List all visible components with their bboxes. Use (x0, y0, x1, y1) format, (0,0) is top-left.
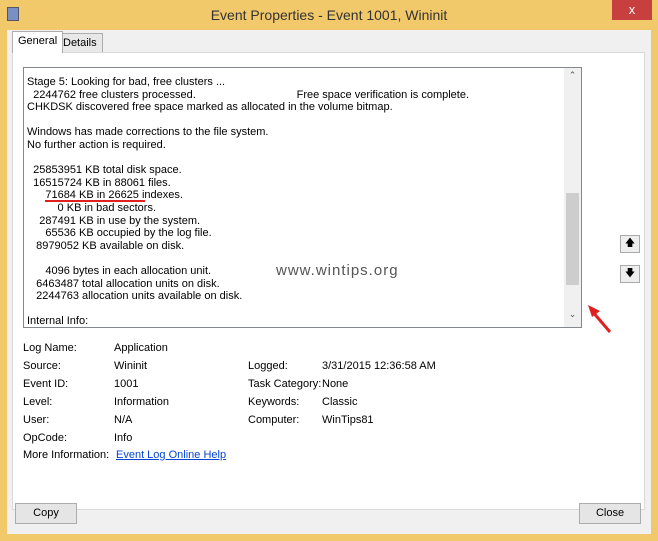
next-event-button[interactable]: 🡇 (620, 265, 640, 283)
level-value: Information (114, 396, 170, 408)
scroll-up-icon[interactable]: ⌃ (564, 70, 581, 86)
log-name-label: Log Name: (23, 342, 77, 354)
task-category-label: Task Category: (248, 378, 322, 390)
event-description[interactable]: Stage 5: Looking for bad, free clusters … (23, 67, 582, 328)
tab-general[interactable]: General (12, 31, 64, 53)
scroll-down-icon[interactable]: ⌄ (564, 309, 581, 325)
computer-label: Computer: (248, 414, 300, 426)
previous-event-button[interactable]: 🡅 (620, 235, 640, 253)
vertical-scrollbar[interactable]: ⌃ ⌄ (564, 68, 581, 327)
opcode-label: OpCode: (23, 432, 68, 444)
keywords-label: Keywords: (248, 396, 300, 408)
description-text: Stage 5: Looking for bad, free clusters … (27, 76, 470, 328)
event-log-online-help-link[interactable]: Event Log Online Help (116, 449, 226, 461)
source-value: Wininit (114, 360, 148, 372)
logged-label: Logged: (248, 360, 288, 372)
event-id-value: 1001 (114, 378, 139, 390)
user-label: User: (23, 414, 50, 426)
dialog-client: General Details Stage 5: Looking for bad… (7, 30, 651, 534)
close-window-button[interactable]: x (612, 0, 652, 20)
copy-button[interactable]: Copy (15, 503, 77, 524)
log-name-value[interactable]: Application (114, 342, 168, 354)
tab-details[interactable]: Details (57, 33, 103, 52)
event-id-label: Event ID: (23, 378, 69, 390)
title-bar: Event Properties - Event 1001, Wininit x (0, 0, 658, 30)
source-label: Source: (23, 360, 61, 372)
general-panel: Stage 5: Looking for bad, free clusters … (12, 52, 645, 510)
user-value: N/A (114, 414, 133, 426)
level-label: Level: (23, 396, 53, 408)
annotation-underline (45, 200, 145, 202)
logged-value: 3/31/2015 12:36:58 AM (322, 360, 436, 372)
scroll-thumb[interactable] (566, 193, 579, 285)
close-button[interactable]: Close (579, 503, 641, 524)
keywords-value: Classic (322, 396, 358, 408)
annotation-arrow-icon (588, 305, 612, 333)
arrow-up-icon: 🡅 (624, 238, 636, 249)
computer-value: WinTips81 (322, 414, 374, 426)
watermark: www.wintips.org (276, 262, 399, 279)
opcode-value: Info (114, 432, 133, 444)
window-title: Event Properties - Event 1001, Wininit (210, 7, 448, 23)
arrow-down-icon: 🡇 (624, 268, 636, 279)
task-category-value: None (322, 378, 349, 390)
more-info-label: More Information: (23, 449, 110, 461)
